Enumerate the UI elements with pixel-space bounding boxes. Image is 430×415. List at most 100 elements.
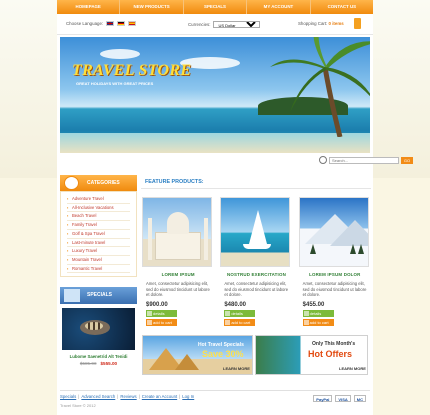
special-price: $585.00 $555.00 bbox=[60, 361, 137, 366]
learn-more-link[interactable]: LEARN MORE bbox=[339, 366, 366, 371]
specials-icon bbox=[64, 289, 80, 303]
nav-specials[interactable]: SPECIALS bbox=[184, 0, 248, 14]
category-item[interactable]: Mountain Travel bbox=[67, 256, 130, 265]
spanish-flag-icon[interactable] bbox=[128, 21, 137, 26]
category-item[interactable]: Beach Travel bbox=[67, 212, 130, 222]
language-label: Choose Language: bbox=[66, 21, 104, 26]
tree-shape bbox=[357, 244, 364, 254]
minaret-shape bbox=[204, 218, 208, 260]
featured-title: FEATURE PRODUCTS: bbox=[141, 176, 371, 189]
category-item[interactable]: Last-minute travel bbox=[67, 239, 130, 248]
english-flag-icon[interactable] bbox=[106, 21, 115, 26]
mountain-shape bbox=[329, 220, 368, 246]
building-shape bbox=[155, 232, 201, 260]
category-item[interactable]: Luxury Travel bbox=[67, 247, 130, 256]
separator: | bbox=[179, 394, 181, 399]
product-card: LOREM IPSUM Amet, consectetur adipisicin… bbox=[142, 197, 214, 326]
product-name[interactable]: LOREM IPSUM bbox=[142, 272, 214, 277]
special-product-name[interactable]: Lubome Saenetrid Alt Tenidi bbox=[60, 354, 137, 359]
details-button[interactable]: details bbox=[224, 309, 256, 317]
separator: | bbox=[78, 394, 80, 399]
currency-selector: Currencies: US Dollar bbox=[188, 21, 261, 28]
category-item[interactable]: Golf & Spa Travel bbox=[67, 230, 130, 239]
tree-shape bbox=[309, 244, 316, 254]
category-item[interactable]: All-Inclusive Vacations bbox=[67, 204, 130, 213]
main-nav: HOMEPAGE NEW PRODUCTS SPECIALS MY ACCOUN… bbox=[57, 0, 373, 14]
currencies-label: Currencies: bbox=[188, 22, 211, 27]
product-price: $480.00 bbox=[224, 301, 247, 308]
product-price: $455.00 bbox=[302, 301, 325, 308]
nav-my-account[interactable]: MY ACCOUNT bbox=[247, 0, 311, 14]
german-flag-icon[interactable] bbox=[117, 21, 126, 26]
promo-banner-save[interactable]: Hot Travel Specials Save 30% LEARN MORE bbox=[142, 334, 253, 375]
footer-link-specials[interactable]: Specials bbox=[60, 394, 76, 399]
footer-link-log-in[interactable]: Log In bbox=[182, 394, 194, 399]
category-list: Adventure Travel All-Inclusive Vacations… bbox=[60, 191, 137, 278]
add-to-cart-button[interactable]: add to cart bbox=[224, 318, 256, 326]
search-icon bbox=[319, 156, 327, 164]
details-button[interactable]: details bbox=[302, 309, 334, 317]
product-card: LOREM IPSUM DOLOR Amet, consectetur adip… bbox=[298, 197, 371, 326]
search-input[interactable] bbox=[329, 156, 399, 164]
product-name[interactable]: LOREM IPSUM DOLOR bbox=[299, 272, 371, 277]
pyramid-shape bbox=[175, 353, 199, 370]
shopping-cart[interactable]: Shopping Cart: 0 items bbox=[298, 21, 344, 26]
specials-title: SPECIALS bbox=[87, 292, 113, 299]
payment-icons: PayPal VISA MC bbox=[313, 395, 366, 402]
cloud-shape bbox=[100, 49, 140, 59]
details-button[interactable]: details bbox=[146, 309, 177, 317]
categories-header: CATEGORIES bbox=[60, 175, 137, 191]
search-bar: GO bbox=[319, 156, 413, 164]
category-item[interactable]: Adventure Travel bbox=[67, 195, 130, 204]
footer: Specials | Advanced Search | Reviews | Crea… bbox=[60, 390, 370, 408]
language-selector: Choose Language: bbox=[66, 21, 137, 26]
hull-shape bbox=[243, 244, 272, 249]
product-description: Amet, consectetur adipisicing elit, sed … bbox=[146, 281, 210, 298]
nav-contact-us[interactable]: CONTACT US bbox=[311, 0, 373, 14]
product-image[interactable] bbox=[220, 197, 291, 267]
product-card: NOSTRUD EXERCITATION Amet, consectetur a… bbox=[220, 197, 292, 326]
product-image[interactable] bbox=[142, 197, 212, 267]
promo-banner-hot-offers[interactable]: Only This Month's Hot Offers LEARN MORE bbox=[255, 334, 368, 375]
special-product-image[interactable] bbox=[62, 308, 135, 351]
nav-new-products[interactable]: NEW PRODUCTS bbox=[120, 0, 184, 14]
currency-select[interactable]: US Dollar bbox=[213, 21, 261, 28]
separator: | bbox=[117, 394, 119, 399]
nav-homepage[interactable]: HOMEPAGE bbox=[57, 0, 121, 14]
product-name[interactable]: NOSTRUD EXERCITATION bbox=[220, 272, 292, 277]
page-container: HOMEPAGE NEW PRODUCTS SPECIALS MY ACCOUN… bbox=[57, 0, 413, 415]
hero-banner: TRAVEL STORE GREAT HOLIDAYS WITH GREAT P… bbox=[60, 37, 370, 153]
banner-offer: Save 30% bbox=[202, 348, 244, 359]
footer-link-create-account[interactable]: Create an Account bbox=[142, 394, 177, 399]
footer-link-advanced-search[interactable]: Advanced Search bbox=[81, 394, 115, 399]
add-to-cart-button[interactable]: add to cart bbox=[146, 318, 177, 326]
add-to-cart-button[interactable]: add to cart bbox=[302, 318, 334, 326]
product-description: Amet, consectetur adipisicing elit, sed … bbox=[302, 281, 367, 298]
categories-title: CATEGORIES bbox=[87, 180, 120, 186]
specials-header: SPECIALS bbox=[60, 287, 137, 305]
dome-shape bbox=[167, 212, 189, 234]
banner-heading: Hot Travel Specials bbox=[198, 341, 244, 348]
product-price: $900.00 bbox=[146, 301, 168, 308]
copyright: Travel Store © 2012 bbox=[60, 403, 96, 408]
category-item[interactable]: Family Travel bbox=[67, 221, 130, 230]
product-image[interactable] bbox=[298, 197, 369, 267]
cart-count[interactable]: 0 items bbox=[329, 21, 344, 26]
paypal-icon: PayPal bbox=[313, 395, 333, 402]
main-content: FEATURE PRODUCTS: LOREM IPSUM Amet, cons… bbox=[141, 176, 371, 375]
category-item[interactable]: Romantic Travel bbox=[67, 265, 130, 274]
footer-link-reviews[interactable]: Reviews bbox=[120, 394, 136, 399]
search-button[interactable]: GO bbox=[401, 156, 413, 164]
mastercard-icon: MC bbox=[353, 395, 366, 402]
banner-heading: Only This Month's bbox=[312, 340, 356, 347]
banner-offer: Hot Offers bbox=[308, 348, 353, 359]
learn-more-link[interactable]: LEARN MORE bbox=[223, 366, 250, 371]
top-bar: Choose Language: Currencies: US Dollar S… bbox=[57, 14, 373, 35]
cart-label: Shopping Cart: bbox=[298, 21, 328, 26]
shopping-bag-icon[interactable] bbox=[354, 18, 361, 29]
visa-icon: VISA bbox=[335, 395, 351, 402]
categories-icon bbox=[64, 176, 79, 190]
special-new-price: $555.00 bbox=[100, 361, 118, 367]
palm-tree-icon bbox=[270, 37, 370, 137]
separator: | bbox=[138, 394, 140, 399]
